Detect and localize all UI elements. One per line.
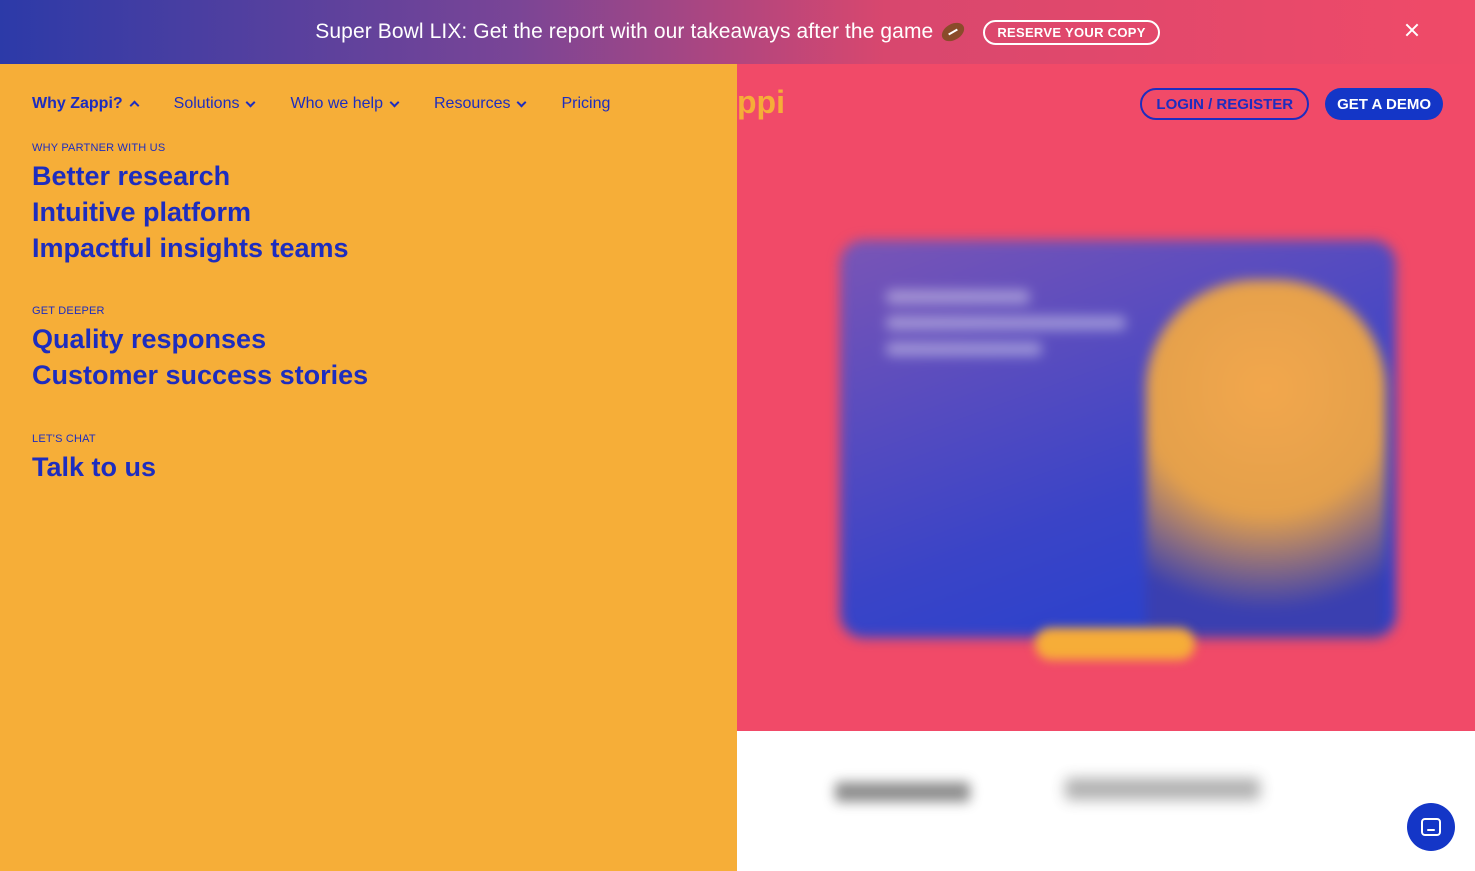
reserve-copy-button[interactable]: RESERVE YOUR COPY	[983, 19, 1160, 45]
client-logo-blurred	[1065, 778, 1260, 800]
nav-item-solutions[interactable]: Solutions	[173, 95, 256, 113]
section-label: LET'S CHAT	[32, 433, 96, 445]
chevron-down-icon	[517, 97, 527, 107]
hero-pill-blurred	[1035, 628, 1195, 660]
get-a-demo-button[interactable]: GET A DEMO	[1325, 88, 1443, 120]
menu-section-why-partner: WHY PARTNER WITH US Better research Intu…	[32, 142, 349, 266]
football-icon	[938, 19, 968, 45]
chevron-down-icon	[246, 97, 256, 107]
hero-card-text-blurred	[886, 290, 1126, 368]
nav-item-label: Resources	[433, 95, 511, 112]
menu-link-customer-success-stories[interactable]: Customer success stories	[32, 357, 368, 393]
menu-section-get-deeper: GET DEEPER Quality responses Customer su…	[32, 305, 368, 393]
nav-item-who-we-help[interactable]: Who we help	[290, 95, 400, 113]
chevron-down-icon	[389, 97, 400, 107]
menu-link-quality-responses[interactable]: Quality responses	[32, 321, 368, 357]
announcement-text-wrap: Super Bowl LIX: Get the report with our …	[315, 19, 968, 45]
hero-portrait-image	[1146, 280, 1386, 638]
chat-icon	[1421, 818, 1441, 836]
login-register-button[interactable]: LOGIN / REGISTER	[1140, 88, 1310, 120]
main-nav: Why Zappi? Solutions Who we help Resourc…	[32, 95, 646, 113]
nav-item-label: Solutions	[173, 95, 240, 112]
header-actions: LOGIN / REGISTER GET A DEMO	[1140, 88, 1443, 120]
menu-link-talk-to-us[interactable]: Talk to us	[32, 449, 156, 485]
chevron-up-icon	[129, 100, 140, 111]
menu-link-intuitive-platform[interactable]: Intuitive platform	[32, 194, 349, 230]
section-label: WHY PARTNER WITH US	[32, 142, 166, 154]
nav-item-label: Pricing	[561, 95, 611, 112]
section-label: GET DEEPER	[32, 305, 105, 317]
nav-item-label: Who we help	[290, 95, 383, 112]
chat-launcher-button[interactable]	[1407, 803, 1455, 851]
announcement-bar: Super Bowl LIX: Get the report with our …	[0, 0, 1475, 64]
menu-link-impactful-insights-teams[interactable]: Impactful insights teams	[32, 230, 349, 266]
logo-fragment[interactable]: ppi	[737, 84, 785, 121]
hero-card-blurred	[840, 240, 1396, 638]
menu-link-better-research[interactable]: Better research	[32, 158, 349, 194]
client-logo-blurred	[835, 782, 970, 802]
mega-menu-panel: Why Zappi? Solutions Who we help Resourc…	[0, 64, 737, 871]
nav-item-label: Why Zappi?	[32, 95, 123, 112]
nav-item-resources[interactable]: Resources	[433, 95, 527, 113]
close-icon[interactable]	[1401, 20, 1423, 42]
announcement-text: Super Bowl LIX: Get the report with our …	[315, 20, 934, 43]
nav-item-why-zappi[interactable]: Why Zappi?	[32, 95, 140, 113]
nav-item-pricing[interactable]: Pricing	[561, 95, 610, 113]
menu-section-lets-chat: LET'S CHAT Talk to us	[32, 433, 156, 485]
